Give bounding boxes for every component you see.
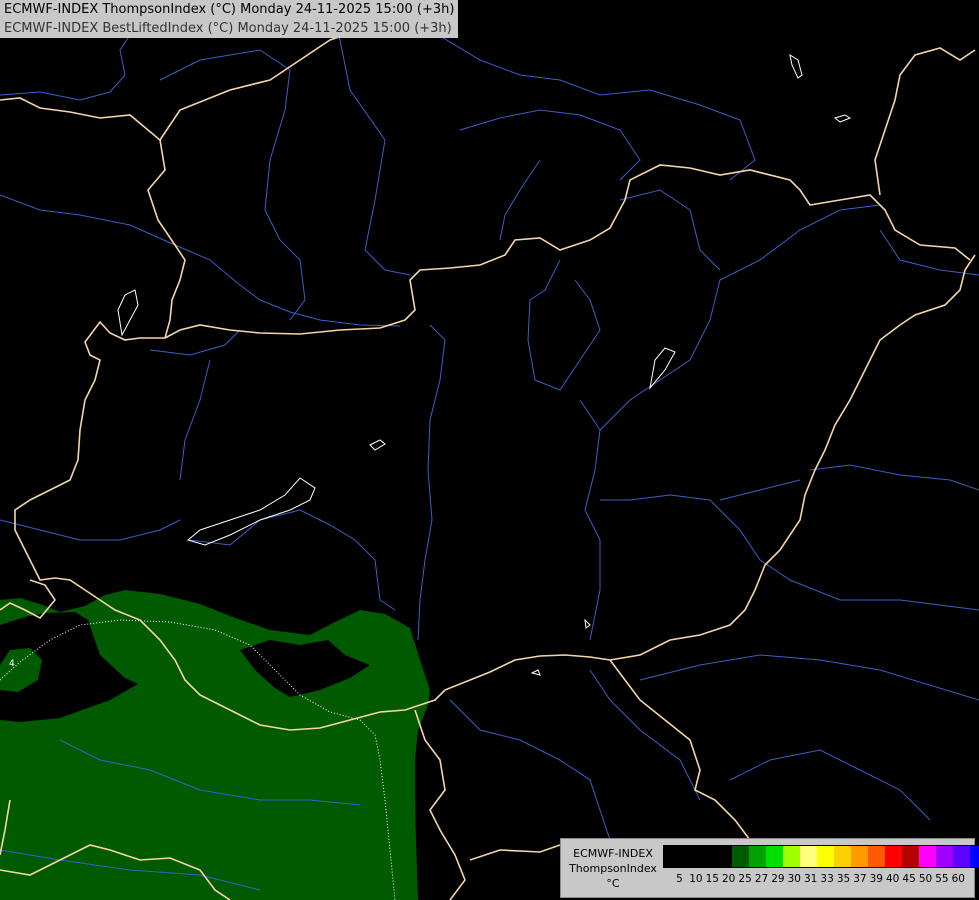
legend-swatch (936, 846, 953, 867)
legend-tick-label: 10 (689, 873, 703, 885)
legend-tick-label: 39 (869, 873, 883, 885)
legend-swatch (970, 846, 979, 867)
map-title: ECMWF-INDEX ThompsonIndex (°C) Monday 24… (0, 0, 459, 38)
legend-unit: °C (606, 877, 620, 890)
legend-tick-label: 50 (918, 873, 933, 885)
legend-tick-label: 60 (951, 873, 965, 885)
legend-swatch (681, 846, 698, 867)
legend-swatches (663, 845, 979, 868)
legend-tick-label: 40 (886, 873, 900, 885)
legend-tick-label: 31 (804, 873, 818, 885)
legend-tick-label: 25 (738, 873, 752, 885)
legend-swatch (766, 846, 783, 867)
legend-swatch (783, 846, 800, 867)
legend-swatch (749, 846, 766, 867)
contour-label: 4 (9, 659, 15, 669)
legend-tick-label: 20 (722, 873, 736, 885)
legend-tick-label: 15 (705, 873, 719, 885)
legend-parameter: ThompsonIndex (569, 862, 657, 875)
legend-ticks: 5 10 15 20 25 27 29 30 31 33 35 37 39 40 45 50 55 60 (663, 873, 976, 887)
legend-swatch (698, 846, 715, 867)
legend-swatch (800, 846, 817, 867)
legend-tick-label: 29 (771, 873, 785, 885)
legend-swatch (953, 846, 970, 867)
legend-tick-label: 37 (853, 873, 867, 885)
legend-swatch (715, 846, 732, 867)
legend-label: ECMWF-INDEX ThompsonIndex °C (565, 846, 661, 891)
legend-swatch (885, 846, 902, 867)
legend-swatch (919, 846, 936, 867)
legend-tick-label: 33 (820, 873, 834, 885)
legend-swatch (834, 846, 851, 867)
legend-tick-label: 30 (787, 873, 801, 885)
legend-swatch (851, 846, 868, 867)
legend-source: ECMWF-INDEX (573, 847, 653, 860)
legend-tick-label: 55 (935, 873, 949, 885)
legend-swatch (664, 846, 681, 867)
legend-tick-label: 35 (836, 873, 851, 885)
weather-map: 4 (0, 0, 979, 900)
legend-swatch (817, 846, 834, 867)
legend-tick-label: 27 (754, 873, 769, 885)
color-legend: ECMWF-INDEX ThompsonIndex °C 5 10 15 20 25 27… (560, 838, 979, 898)
title-line-lifted: ECMWF-INDEX BestLiftedIndex (°C) Monday … (4, 21, 452, 36)
legend-tick-label: 5 (676, 873, 683, 885)
legend-tick-label: 45 (902, 873, 916, 885)
legend-swatch (868, 846, 885, 867)
legend-swatch (902, 846, 919, 867)
legend-swatch (732, 846, 749, 867)
title-line-thompson: ECMWF-INDEX ThompsonIndex (°C) Monday 24… (4, 2, 455, 17)
